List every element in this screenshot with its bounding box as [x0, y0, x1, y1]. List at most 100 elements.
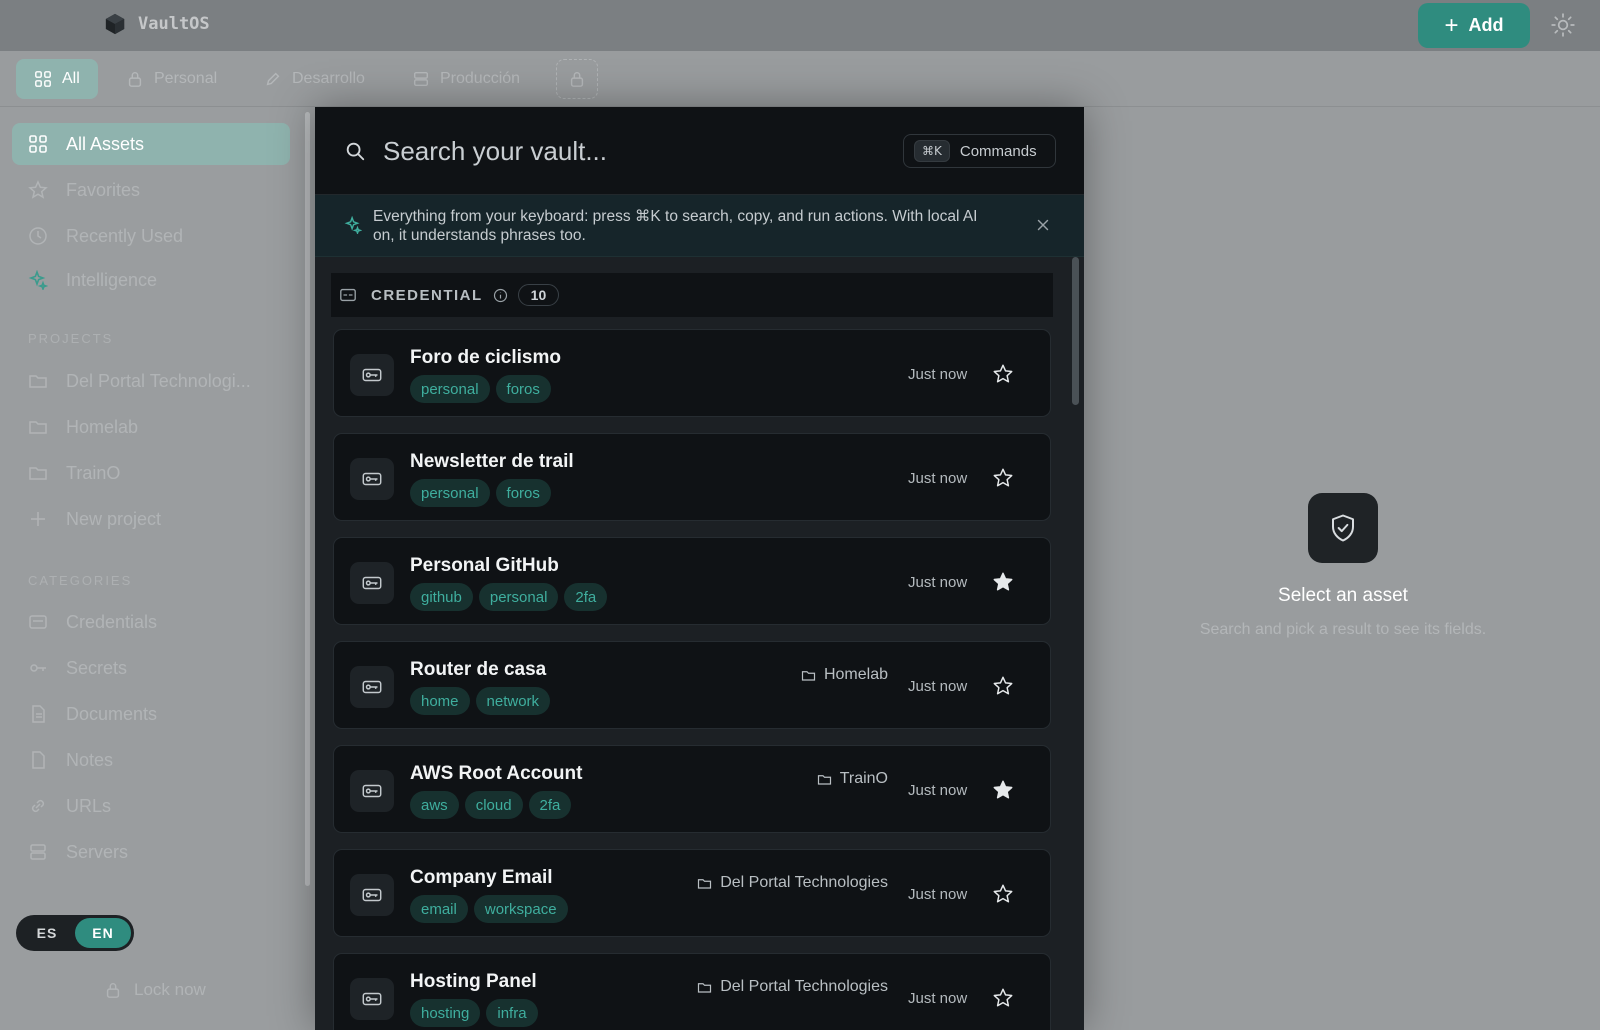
tab-all[interactable]: All: [16, 59, 98, 99]
result-tags: hosting infra: [410, 999, 538, 1027]
star-icon[interactable]: [992, 987, 1014, 1009]
sidebar-item-notes[interactable]: Notes: [12, 739, 290, 781]
sidebar-item-credentials[interactable]: Credentials: [12, 601, 290, 643]
folder-icon: [29, 375, 47, 388]
result-tags: aws cloud 2fa: [410, 791, 572, 819]
tag-chip[interactable]: 2fa: [528, 791, 572, 819]
result-title: Foro de ciclismo: [410, 347, 561, 368]
app-name: VaultOS: [138, 14, 210, 34]
project-label: Homelab: [801, 666, 888, 684]
new-project-button[interactable]: New project: [12, 498, 290, 540]
tag-chip[interactable]: personal: [410, 479, 490, 507]
folder-icon: [698, 982, 712, 993]
star-icon[interactable]: [992, 883, 1014, 905]
lang-option-en[interactable]: EN: [75, 918, 131, 948]
star-icon[interactable]: [992, 675, 1014, 697]
tag-chip[interactable]: hosting: [410, 999, 481, 1027]
sidebar-item-label: Recently Used: [66, 225, 184, 246]
tab-label: Producción: [440, 70, 521, 87]
sidebar-item-favorites[interactable]: Favorites: [12, 169, 290, 211]
tag-chip[interactable]: 2fa: [564, 583, 608, 611]
result-time: Just now: [908, 886, 968, 903]
result-card[interactable]: Company Email email workspace Del Portal Te…: [333, 849, 1051, 937]
result-card[interactable]: Newsletter de trail personal foros Just now: [333, 433, 1051, 521]
project-label: TrainO: [817, 770, 888, 788]
new-project-label: New project: [66, 508, 162, 529]
sidebar-scrollbar[interactable]: [305, 112, 310, 886]
detail-panel: [1085, 107, 1600, 1030]
folder-icon: [817, 774, 831, 785]
key-icon: [30, 664, 46, 672]
tag-chip[interactable]: foros: [495, 479, 551, 507]
sidebar-item-all-assets[interactable]: All Assets: [12, 123, 290, 165]
sidebar-item-documents[interactable]: Documents: [12, 693, 290, 735]
document-icon: [32, 705, 45, 723]
lock-now-button[interactable]: Lock now: [104, 980, 206, 1000]
tag-chip[interactable]: network: [475, 687, 551, 715]
tag-chip[interactable]: foros: [495, 375, 551, 403]
keyboard-tip-banner: Everything from your keyboard: press ⌘K …: [315, 195, 1084, 257]
link-icon: [31, 799, 45, 813]
tag-chip[interactable]: infra: [486, 999, 538, 1027]
sidebar-item-label: Servers: [66, 841, 129, 862]
result-card[interactable]: Personal GitHub github personal 2fa Just now: [333, 537, 1051, 625]
star-filled-icon[interactable]: [992, 779, 1014, 801]
result-card[interactable]: Foro de ciclismo personal foros Just now: [333, 329, 1051, 417]
result-title: AWS Root Account: [410, 763, 583, 784]
sidebar-item-urls[interactable]: URLs: [12, 785, 290, 827]
sidebar-item-project-homelab[interactable]: Homelab: [12, 406, 290, 448]
result-card[interactable]: Hosting Panel hosting infra Del Portal Tech…: [333, 953, 1051, 1030]
sidebar-item-project-del-portal[interactable]: Del Portal Technologi...: [12, 360, 290, 402]
tag-chip[interactable]: cloud: [464, 791, 523, 819]
theme-toggle-sun-icon[interactable]: [1550, 12, 1576, 38]
close-icon[interactable]: [1034, 216, 1052, 234]
result-card[interactable]: Router de casa home network Homelab Just now: [333, 641, 1051, 729]
sidebar-item-servers[interactable]: Servers: [12, 831, 290, 873]
plus-icon: +: [1444, 11, 1459, 39]
tag-chip[interactable]: workspace: [473, 895, 568, 923]
tab-personal[interactable]: Personal: [108, 59, 235, 99]
tag-chip[interactable]: github: [410, 583, 473, 611]
sidebar-item-label: URLs: [66, 795, 112, 816]
add-button[interactable]: + Add: [1418, 3, 1530, 48]
results-scrollbar[interactable]: [1072, 257, 1079, 405]
project-name: Del Portal Technologies: [720, 978, 888, 995]
tag-chip[interactable]: email: [410, 895, 468, 923]
section-count: 10: [517, 284, 560, 306]
section-title: CREDENTIAL: [371, 286, 483, 304]
result-card[interactable]: AWS Root Account aws cloud 2fa TrainO Just no…: [333, 745, 1051, 833]
language-switch[interactable]: ES EN: [16, 915, 134, 951]
tag-chip[interactable]: aws: [410, 791, 459, 819]
tag-chip[interactable]: home: [410, 687, 470, 715]
sidebar-item-label: Favorites: [66, 179, 141, 200]
search-input[interactable]: [383, 133, 883, 169]
lang-option-es[interactable]: ES: [19, 918, 75, 948]
result-tags: personal foros: [410, 375, 551, 403]
commands-button[interactable]: ⌘K Commands: [903, 134, 1056, 168]
tag-chip[interactable]: personal: [478, 583, 559, 611]
tab-label: Personal: [154, 70, 218, 87]
star-filled-icon[interactable]: [992, 571, 1014, 593]
commands-label: Commands: [959, 142, 1037, 160]
result-time: Just now: [908, 470, 968, 487]
section-header-credential: CREDENTIAL 10: [331, 273, 1053, 317]
sidebar-item-label: Del Portal Technologi...: [66, 370, 251, 391]
sidebar-item-project-traino[interactable]: TrainO: [12, 452, 290, 494]
tag-chip[interactable]: personal: [410, 375, 490, 403]
pencil-icon: [266, 72, 280, 86]
result-time: Just now: [908, 678, 968, 695]
tab-desarrollo[interactable]: Desarrollo: [246, 59, 383, 99]
lock-workspace-button[interactable]: [556, 59, 598, 99]
result-title: Router de casa: [410, 659, 547, 680]
sidebar-item-label: Credentials: [66, 611, 158, 632]
sidebar-item-label: Documents: [66, 703, 158, 724]
sidebar-item-secrets[interactable]: Secrets: [12, 647, 290, 689]
tab-produccion[interactable]: Producción: [394, 59, 538, 99]
sidebar-item-intelligence[interactable]: Intelligence: [12, 259, 290, 301]
star-icon[interactable]: [992, 467, 1014, 489]
sidebar-item-recently-used[interactable]: Recently Used: [12, 215, 290, 257]
projects-heading: PROJECTS: [28, 331, 114, 346]
lock-now-label: Lock now: [134, 980, 206, 999]
star-icon[interactable]: [992, 363, 1014, 385]
sidebar-item-label: All Assets: [66, 133, 145, 154]
